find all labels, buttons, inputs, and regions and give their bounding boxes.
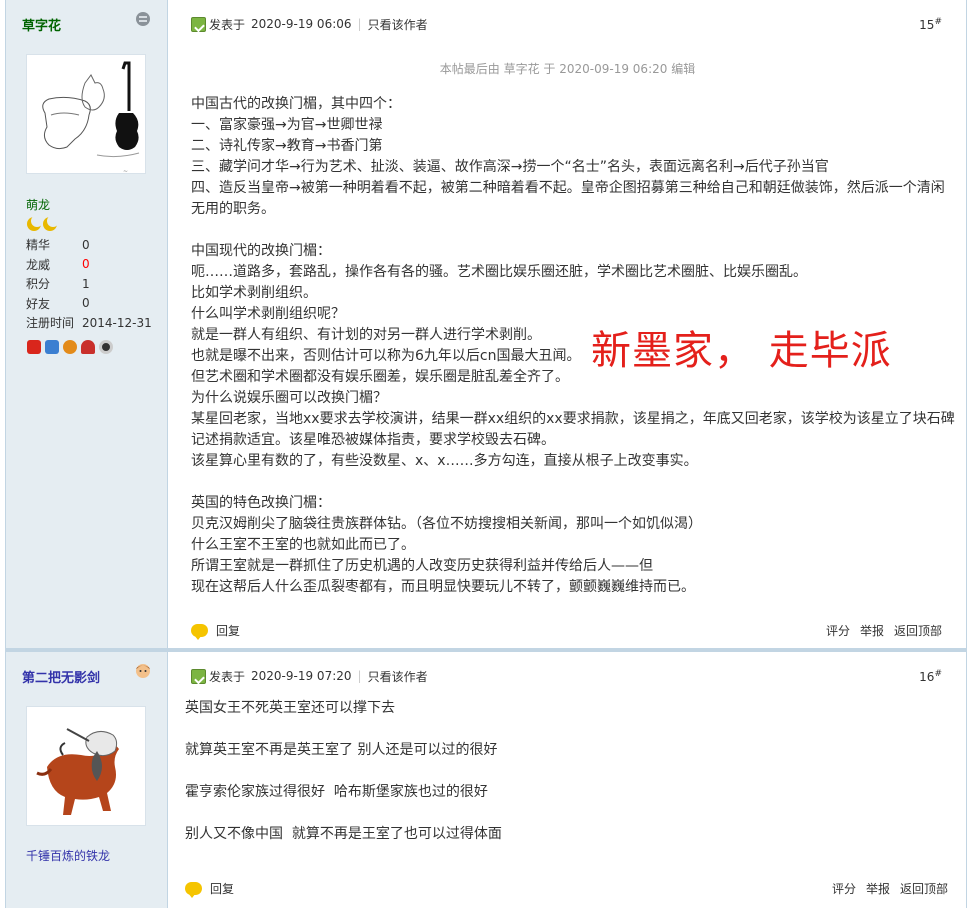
content-line <box>191 220 944 241</box>
posted-prefix: 发表于 <box>209 669 246 684</box>
sketch-avatar-image: ~ <box>27 55 145 174</box>
author-avatar[interactable]: ~ <box>26 54 146 174</box>
moon-icon <box>43 215 59 231</box>
reply-icon[interactable] <box>191 623 208 640</box>
content-line: 什么王室不王室的也就如此而已了。 <box>191 537 415 553</box>
content-line: 三、藏学问才华→行为艺术、扯淡、装逼、故作高深→捞一个“名士”名头，表面远离名利… <box>191 159 829 175</box>
content-line: 中国古代的改换门楣，其中四个： <box>191 96 401 112</box>
moon-icon <box>27 215 43 231</box>
back-to-top-link[interactable]: 返回顶部 <box>900 880 948 897</box>
content-line: 英国的特色改换门楣： <box>191 495 331 511</box>
report-link[interactable]: 举报 <box>860 622 884 639</box>
medal-icon[interactable] <box>63 340 77 354</box>
content-line: 呃……道路多，套路乱，操作各有各的骚。艺术圈比娱乐圈还脏，学术圈比艺术圈脏、比娱… <box>191 264 807 280</box>
post-actions: 评分 举报 返回顶部 <box>832 880 948 897</box>
content-line: 二、诗礼传家→教育→书香门第 <box>191 138 383 154</box>
stamp-text: 新墨家， 走毕派 <box>591 328 892 374</box>
author-name[interactable]: 第二把无影剑 <box>22 667 100 686</box>
post-icon <box>191 668 206 684</box>
content-line: 为什么说娱乐圈可以改换门楣？ <box>191 390 387 406</box>
author-avatar[interactable] <box>26 706 146 826</box>
stat-row: 龙威 0 <box>26 257 90 272</box>
author-signature[interactable]: 千锤百炼的铁龙 <box>26 847 110 864</box>
post-15: 草字花 ~ 萌龙 精华 0 龙威 0 积分 1 好友 0 注册时间 2014-1… <box>5 0 967 648</box>
male-user-icon <box>136 664 150 678</box>
divider: | <box>357 669 362 683</box>
post-header: 发表于 2020-9-19 07:20 | 只看该作者 16# <box>191 666 942 686</box>
divider: | <box>357 17 362 31</box>
svg-text:~: ~ <box>123 168 128 174</box>
post-header: 发表于 2020-9-19 06:06 | 只看该作者 15# <box>191 14 942 34</box>
author-stats: 精华 0 龙威 0 积分 1 好友 0 注册时间 2014-12-31 <box>26 235 152 333</box>
post-content: 英国女王不死英王室还可以撑下去就算英王室不再是英王室了 别人还是可以过的很好 霍亨… <box>185 698 950 845</box>
content-line: 中国现代的改换门楣： <box>191 243 331 259</box>
only-author-link[interactable]: 只看该作者 <box>368 16 428 33</box>
author-rank[interactable]: 萌龙 <box>26 196 50 213</box>
post-icon <box>191 16 206 32</box>
reply-button[interactable]: 回复 <box>210 880 234 897</box>
stat-row: 注册时间 2014-12-31 <box>26 315 152 331</box>
content-line: 就算英王室不再是英王室了 别人还是可以过的很好 <box>185 742 498 758</box>
medal-icon[interactable] <box>45 340 59 354</box>
floor-number[interactable]: 15# <box>919 17 942 32</box>
content-line: 英国女王不死英王室还可以撑下去 <box>185 700 395 716</box>
author-name[interactable]: 草字花 <box>22 15 61 34</box>
only-author-link[interactable]: 只看该作者 <box>368 668 428 685</box>
content-line: 所谓王室就是一群抓住了历史机遇的人改变历史获得利益并传给后人——但 <box>191 558 653 574</box>
posted-prefix: 发表于 <box>209 17 246 32</box>
content-line: 某星回老家，当地xx要求去学校演讲，结果一群xx组织的xx要求捐款，该星捐之，年… <box>191 411 955 427</box>
content-line <box>185 719 950 740</box>
back-to-top-link[interactable]: 返回顶部 <box>894 622 942 639</box>
content-line <box>191 472 944 493</box>
post-footer: 回复 评分 举报 返回顶部 <box>185 878 948 898</box>
post-footer: 回复 评分 举报 返回顶部 <box>191 620 942 640</box>
content-line: 四、造反当皇帝→被第一种明着看不起，被第二种暗着看不起。皇帝企图招募第三种给自己… <box>191 180 945 196</box>
stat-row: 精华 0 <box>26 237 90 253</box>
content-line: 该星算心里有数的了，有些没数星、x、x……多方勾连，直接从根子上改变事实。 <box>191 453 698 469</box>
dragon-rider-avatar-image <box>27 707 145 825</box>
content-line <box>185 803 950 824</box>
stat-row: 积分 1 <box>26 276 90 292</box>
medal-icon[interactable] <box>81 340 95 354</box>
medal-icon[interactable] <box>99 340 113 354</box>
content-line: 现在这帮后人什么歪瓜裂枣都有，而且明显快要玩儿不转了，颤颤巍巍维持而已。 <box>191 579 695 595</box>
floor-number[interactable]: 16# <box>919 669 942 684</box>
online-status-icon <box>136 12 150 26</box>
reply-button[interactable]: 回复 <box>216 622 240 639</box>
report-link[interactable]: 举报 <box>866 880 890 897</box>
reply-icon[interactable] <box>185 881 202 898</box>
author-sidebar: 第二把无影剑 千锤百炼的铁龙 <box>6 652 168 908</box>
rate-link[interactable]: 评分 <box>832 880 856 897</box>
content-line: 别人又不像中国 就算不再是王室了也可以过得体面 <box>185 826 502 842</box>
posted-time: 2020-9-19 06:06 <box>251 17 352 31</box>
content-line: 记述捐款适宜。该星唯恐被媒体指责，要求学校毁去石碑。 <box>191 432 555 448</box>
content-line: 霍亨索伦家族过得很好 哈布斯堡家族也过的很好 <box>185 784 488 800</box>
posted-time: 2020-9-19 07:20 <box>251 669 352 683</box>
content-line: 无用的职务。 <box>191 201 275 217</box>
stat-row: 好友 0 <box>26 296 90 311</box>
rank-stars <box>27 215 59 231</box>
edited-note: 本帖最后由 草字花 于 2020-09-19 06:20 编辑 <box>439 62 696 76</box>
author-sidebar: 草字花 ~ 萌龙 精华 0 龙威 0 积分 1 好友 0 注册时间 2014-1… <box>6 0 168 648</box>
content-line: 比如学术剥削组织。 <box>191 285 317 301</box>
medal-icon[interactable] <box>27 340 41 354</box>
content-line: 一、富家豪强→为官→世卿世禄 <box>191 117 383 133</box>
content-line: 贝克汉姆削尖了脑袋往贵族群体钻。（各位不妨搜搜相关新闻，那叫一个如饥似渴） <box>191 516 702 532</box>
post-actions: 评分 举报 返回顶部 <box>826 622 942 639</box>
rate-link[interactable]: 评分 <box>826 622 850 639</box>
medal-list <box>27 340 113 354</box>
content-line <box>185 761 950 782</box>
